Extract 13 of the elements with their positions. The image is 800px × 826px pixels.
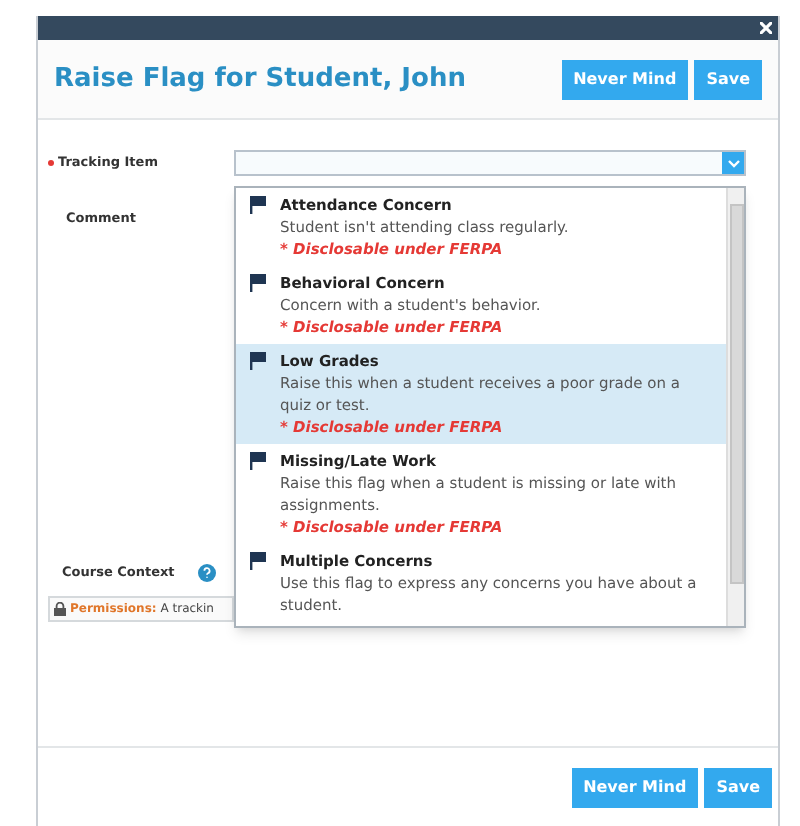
flag-icon: [248, 196, 268, 214]
flag-icon: [248, 452, 268, 470]
flag-icon: [248, 552, 268, 570]
lock-icon: [54, 602, 66, 616]
flag-icon: [248, 352, 268, 370]
chevron-down-icon: [727, 159, 739, 167]
dropdown-button[interactable]: [722, 152, 744, 174]
flag-icon: [248, 274, 268, 292]
help-icon[interactable]: [198, 564, 217, 583]
dialog-title: Raise Flag for Student, John: [54, 61, 466, 98]
tracking-item-select[interactable]: [234, 150, 746, 176]
scrollbar[interactable]: [726, 188, 744, 626]
close-icon[interactable]: [760, 22, 772, 34]
